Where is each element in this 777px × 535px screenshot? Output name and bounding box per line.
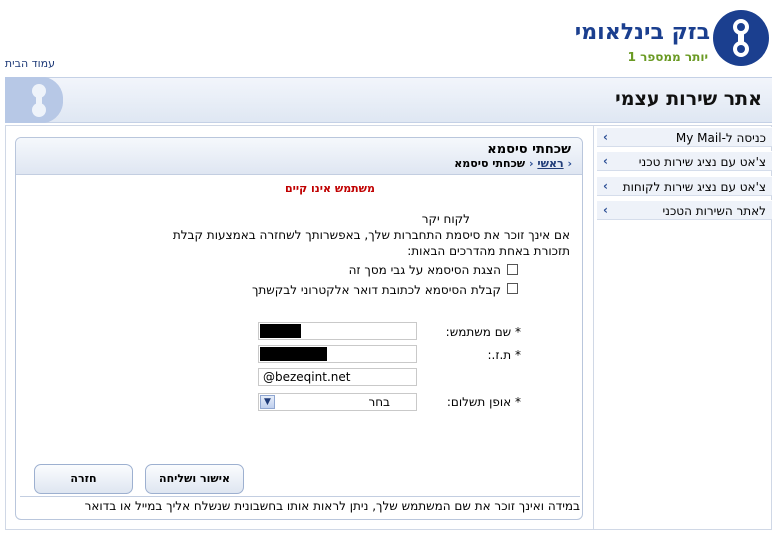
id-number-input[interactable]	[258, 345, 417, 363]
option-show-on-screen-checkbox[interactable]	[507, 264, 518, 275]
chevron-left-icon: ‹	[603, 179, 608, 193]
chevron-left-icon: ‹	[603, 203, 608, 217]
site-title: אתר שירות עצמי	[615, 88, 762, 110]
divider	[20, 496, 580, 497]
sidebar-item-customer-chat[interactable]: ‹ צ'אט עם נציג שירות לקוחות	[597, 176, 772, 196]
sidebar-item-label: כניסה ל-My Mail	[675, 131, 766, 145]
submit-button[interactable]: אישור ושליחה	[145, 464, 244, 494]
sidebar-item-tech-chat[interactable]: ‹ צ'אט עם נציג שירות טכני	[597, 151, 772, 171]
chevron-left-icon: ‹	[603, 154, 608, 168]
site-title-bar: אתר שירות עצמי	[5, 77, 772, 123]
error-message: משתמש אינו קיים	[284, 182, 375, 195]
sidebar-item-label: צ'אט עם נציג שירות לקוחות	[622, 180, 766, 194]
option-show-on-screen-label: הצגת הסיסמא על גבי מסך זה	[348, 263, 501, 277]
redacted-value	[260, 324, 301, 338]
back-button[interactable]: חזרה	[34, 464, 133, 494]
username-input[interactable]	[258, 322, 417, 340]
payment-method-label: * אופן תשלום:	[446, 395, 521, 409]
home-link[interactable]: עמוד הבית	[5, 57, 55, 70]
sidebar-divider	[593, 126, 594, 530]
sidebar-item-tech-site[interactable]: ‹ לאתר השירות הטכני	[597, 200, 772, 220]
intro-greeting: לקוח יקר	[421, 212, 470, 226]
chevron-left-icon: ‹	[567, 157, 572, 170]
breadcrumb: ‹ ראשי ‹ שכחתי סיסמא	[454, 157, 572, 170]
chevron-left-icon: ‹	[603, 130, 608, 144]
sidebar-item-my-mail[interactable]: ‹ כניסה ל-My Mail	[597, 127, 772, 147]
id-number-label: * ת.ז.:	[487, 348, 521, 362]
intro-line-2: תזכורת באחת מהדרכים הבאות:	[407, 244, 570, 258]
option-email-checkbox[interactable]	[507, 283, 518, 294]
sidebar-item-label: צ'אט עם נציג שירות טכני	[638, 155, 766, 169]
email-value: @bezeqint.net	[263, 370, 351, 384]
footer-note: במידה ואינך זוכר את שם המשתמש שלך, ניתן …	[84, 499, 580, 513]
option-email-label: קבלת הסיסמא לכתובת דואר אלקטרוני לבקשתך	[251, 283, 501, 297]
bezeq-international-logo[interactable]: בזק בינלאומי יותר ממספר 1	[575, 6, 772, 70]
page-title: שכחתי סיסמא	[487, 142, 571, 157]
brand-name: בזק בינלאומי	[574, 20, 710, 45]
breadcrumb-home-link[interactable]: ראשי	[537, 157, 563, 170]
breadcrumb-current: שכחתי סיסמא	[454, 157, 526, 170]
chevron-left-icon: ‹	[529, 157, 534, 170]
brand-tagline: יותר ממספר 1	[627, 50, 708, 64]
chevron-down-icon: ▼	[260, 395, 275, 409]
payment-method-selected: בחר	[368, 395, 390, 409]
sidebar-item-label: לאתר השירות הטכני	[662, 204, 766, 218]
redacted-value	[260, 347, 327, 361]
brand-mark-icon	[713, 10, 769, 66]
intro-line-1: אם אינך זוכר את סיסמת התחברות שלך, באפשר…	[172, 228, 570, 242]
email-input[interactable]: @bezeqint.net	[258, 368, 417, 386]
payment-method-select[interactable]: בחר ▼	[258, 393, 417, 411]
title-bar-logo-icon	[5, 77, 63, 123]
username-label: * שם משתמש:	[445, 325, 521, 339]
